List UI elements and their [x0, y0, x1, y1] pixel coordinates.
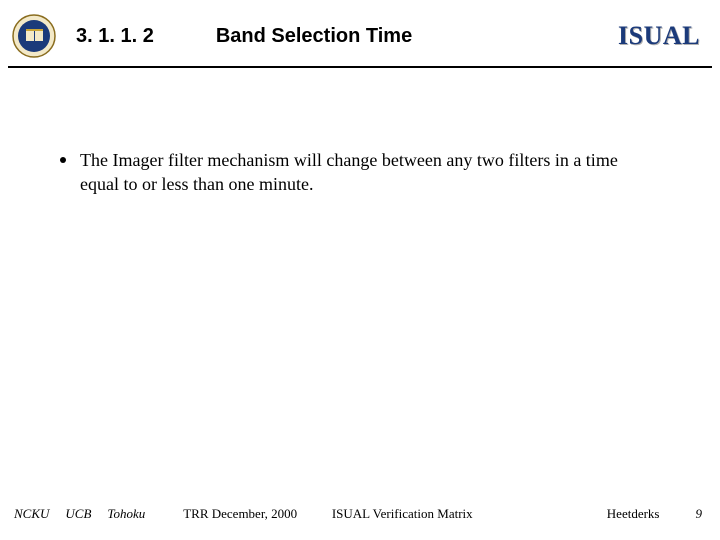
footer-org-2: UCB: [65, 506, 91, 522]
section-number: 3. 1. 1. 2: [76, 25, 154, 48]
footer-org-3: Tohoku: [107, 506, 145, 522]
slide-title: Band Selection Time: [216, 25, 598, 48]
bullet-item: The Imager filter mechanism will change …: [80, 148, 660, 197]
footer-page: 9: [696, 506, 703, 522]
footer-orgs: NCKU UCB Tohoku: [14, 506, 145, 522]
slide-body: The Imager filter mechanism will change …: [0, 68, 720, 197]
footer-trr: TRR December, 2000: [183, 506, 297, 522]
footer-center: ISUAL Verification Matrix: [332, 506, 473, 522]
footer-author: Heetderks: [607, 506, 660, 522]
body-text: The Imager filter mechanism will change …: [80, 148, 660, 197]
brand-logo: ISUAL: [618, 21, 700, 51]
footer-right: Heetderks 9: [607, 506, 702, 522]
bullet-icon: [60, 157, 66, 163]
slide-footer: NCKU UCB Tohoku TRR December, 2000 ISUAL…: [0, 506, 720, 522]
footer-org-1: NCKU: [14, 506, 49, 522]
institution-seal-icon: [12, 14, 56, 58]
slide-header: 3. 1. 1. 2 Band Selection Time ISUAL: [0, 0, 720, 66]
